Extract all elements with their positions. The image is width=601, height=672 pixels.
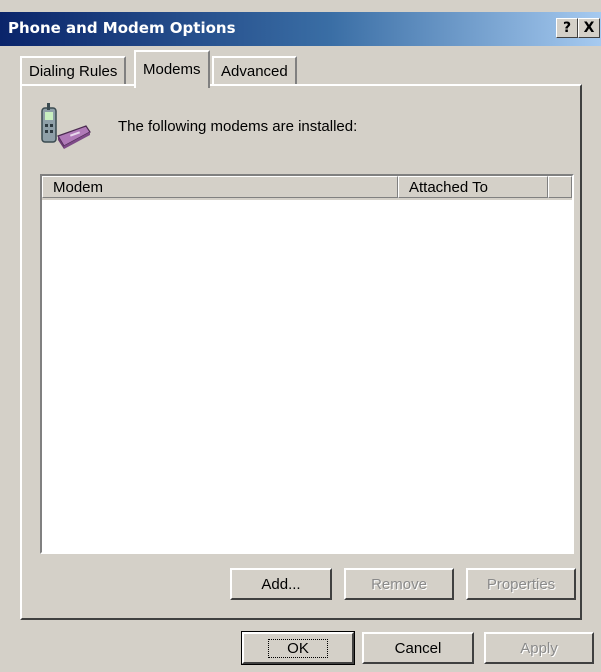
ok-button-label: OK: [268, 639, 328, 658]
column-header-modem[interactable]: Modem: [42, 176, 398, 198]
help-button[interactable]: ?: [556, 18, 578, 38]
cancel-button[interactable]: Cancel: [362, 632, 474, 664]
title-bar: Phone and Modem Options ? X: [0, 12, 601, 46]
column-header-attached-to[interactable]: Attached To: [398, 176, 548, 198]
modem-list-header: Modem Attached To: [42, 176, 572, 200]
phone-modem-icon: [41, 103, 91, 149]
remove-button[interactable]: Remove: [344, 568, 454, 600]
installed-modems-label: The following modems are installed:: [118, 118, 358, 135]
close-button[interactable]: X: [578, 18, 600, 38]
properties-button-label: Properties: [486, 576, 556, 593]
column-header-empty[interactable]: [548, 176, 572, 198]
remove-button-label: Remove: [371, 576, 427, 593]
apply-button-label: Apply: [520, 640, 558, 657]
tab-dialing-rules[interactable]: Dialing Rules: [20, 56, 127, 86]
ok-button[interactable]: OK: [241, 631, 355, 665]
window-title: Phone and Modem Options: [8, 19, 236, 37]
add-button[interactable]: Add...: [230, 568, 332, 600]
modem-list[interactable]: Modem Attached To: [40, 174, 574, 554]
properties-button[interactable]: Properties: [466, 568, 576, 600]
phone-modem-dialog: Phone and Modem Options ? X Dialing Rule…: [0, 0, 601, 672]
apply-button[interactable]: Apply: [484, 632, 594, 664]
tab-modems[interactable]: Modems: [134, 50, 210, 88]
tab-advanced[interactable]: Advanced: [212, 56, 297, 86]
add-button-label: Add...: [261, 576, 301, 593]
cancel-button-label: Cancel: [394, 640, 442, 657]
